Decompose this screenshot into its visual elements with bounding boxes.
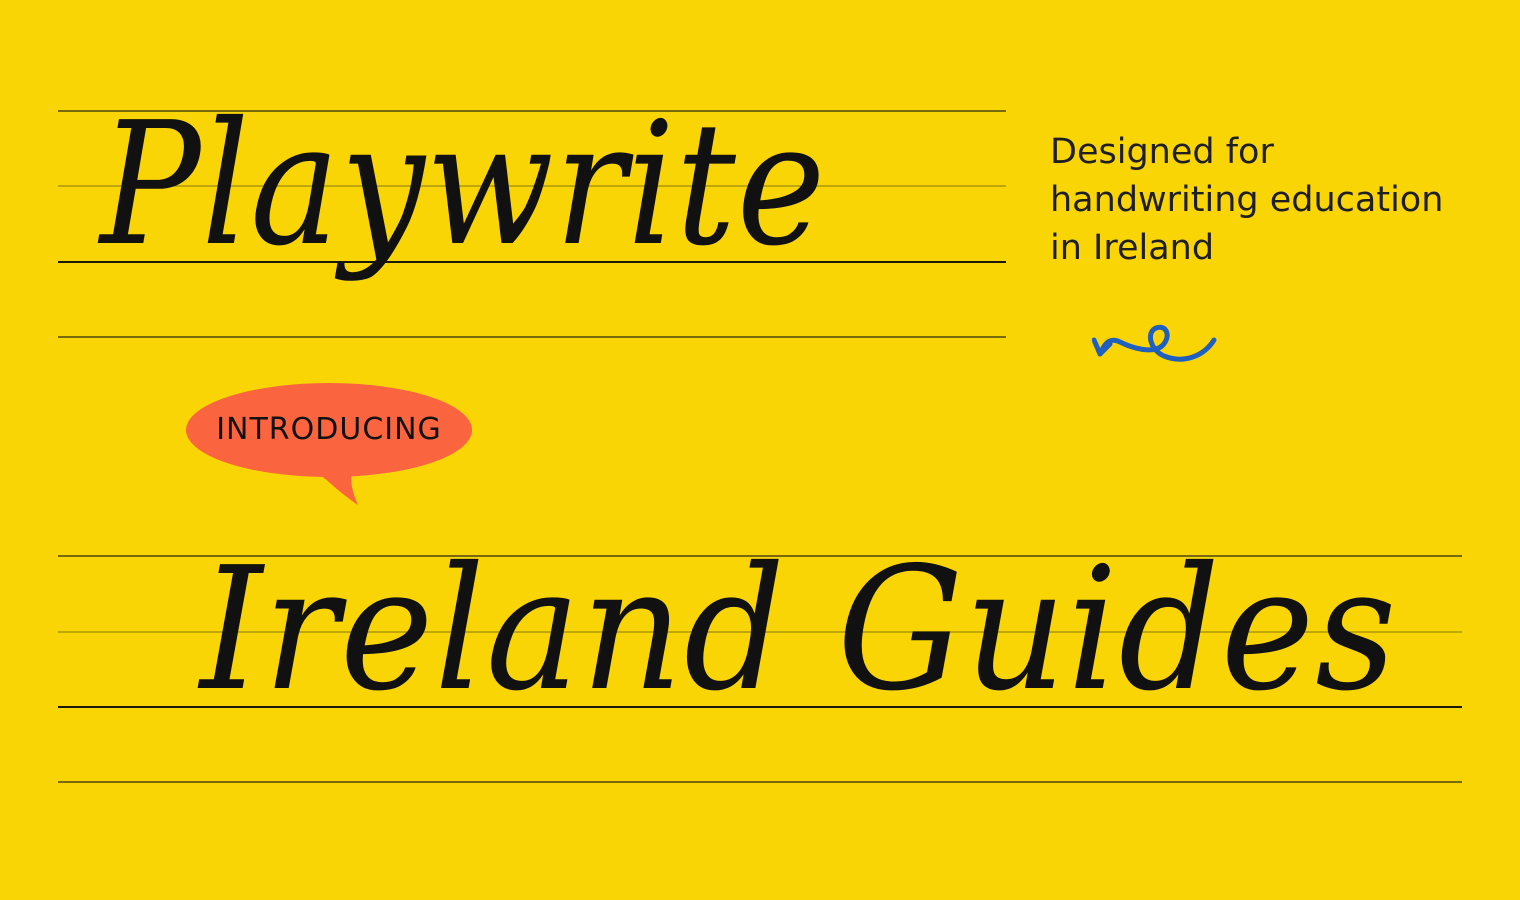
banner-canvas: Playwrite Designed for handwriting educa…: [0, 0, 1520, 900]
title-ireland-guides: Ireland Guides: [200, 531, 1398, 729]
description-text: Designed for handwriting education in Ir…: [1050, 128, 1470, 272]
description-line: Designed for: [1050, 132, 1274, 172]
description-line: handwriting education: [1050, 180, 1444, 220]
title-playwrite: Playwrite: [100, 86, 827, 284]
description-line: in Ireland: [1050, 228, 1215, 268]
curly-arrow-icon: [1092, 324, 1217, 362]
introducing-label: INTRODUCING: [216, 412, 442, 447]
